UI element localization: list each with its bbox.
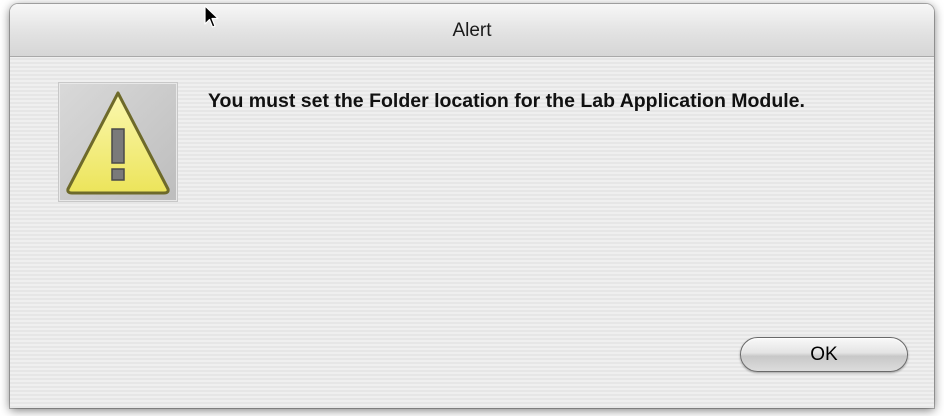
mouse-pointer-icon bbox=[204, 5, 219, 28]
alert-window: Alert You must set the Folder location f… bbox=[10, 4, 934, 408]
warning-icon-frame bbox=[58, 82, 178, 202]
title-bar[interactable]: Alert bbox=[10, 4, 934, 57]
warning-triangle-icon bbox=[66, 91, 170, 195]
alert-message: You must set the Folder location for the… bbox=[208, 90, 805, 112]
window-title: Alert bbox=[452, 20, 492, 41]
ok-button[interactable]: OK bbox=[740, 337, 908, 372]
